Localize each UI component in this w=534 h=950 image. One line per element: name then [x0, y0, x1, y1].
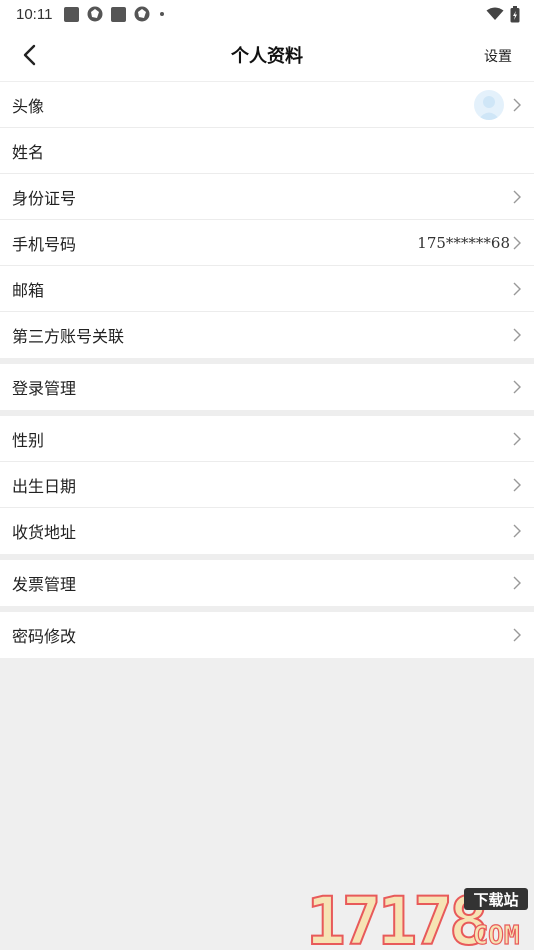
battery-icon	[510, 5, 520, 22]
personal-group: 性别 出生日期 收货地址	[0, 416, 534, 554]
wifi-icon	[486, 7, 504, 20]
settings-button[interactable]: 设置	[484, 46, 512, 66]
row-name[interactable]: 姓名	[0, 128, 534, 174]
row-avatar[interactable]: 头像	[0, 82, 534, 128]
app-notification-icon	[64, 6, 80, 22]
row-gender[interactable]: 性别	[0, 416, 534, 462]
row-login-management[interactable]: 登录管理	[0, 364, 534, 410]
status-bar: 10:11	[0, 0, 534, 28]
header-bar: 个人资料 设置	[0, 28, 534, 82]
notification-icons	[64, 6, 166, 22]
phone-value: 175******68	[417, 233, 510, 252]
chevron-right-icon	[513, 98, 521, 112]
row-phone[interactable]: 手机号码 175******68	[0, 220, 534, 266]
row-id-number[interactable]: 身份证号	[0, 174, 534, 220]
chevron-right-icon	[513, 282, 521, 296]
chevron-right-icon	[513, 478, 521, 492]
basic-info-group: 头像 姓名 身份证号 手机号码 175******68 邮箱 第三方账号关联	[0, 82, 534, 358]
login-group: 登录管理	[0, 364, 534, 410]
row-invoice-management[interactable]: 发票管理	[0, 560, 534, 606]
row-shipping-address[interactable]: 收货地址	[0, 508, 534, 554]
watermark-domain: COM	[473, 921, 520, 948]
password-group: 密码修改	[0, 612, 534, 658]
row-label: 收货地址	[12, 523, 77, 542]
row-label: 第三方账号关联	[12, 327, 125, 346]
row-label: 邮箱	[12, 280, 45, 300]
app-notification-icon	[111, 6, 127, 22]
chevron-right-icon	[513, 190, 521, 204]
row-email[interactable]: 邮箱	[0, 266, 534, 312]
shutter-icon	[134, 6, 150, 22]
row-third-party-accounts[interactable]: 第三方账号关联	[0, 312, 534, 358]
row-label: 密码修改	[12, 627, 77, 646]
chevron-right-icon	[513, 576, 521, 590]
row-label: 性别	[12, 430, 45, 450]
row-label: 姓名	[12, 142, 45, 162]
back-arrow-icon	[23, 44, 36, 66]
chevron-right-icon	[513, 380, 521, 394]
row-label: 手机号码	[12, 234, 77, 254]
shutter-icon	[87, 6, 103, 22]
page-title: 个人资料	[231, 45, 303, 67]
default-avatar-icon	[478, 95, 500, 120]
chevron-right-icon	[513, 328, 521, 342]
watermark-tag: 下载站	[473, 891, 518, 909]
back-button[interactable]	[14, 40, 44, 70]
row-change-password[interactable]: 密码修改	[0, 612, 534, 658]
row-label: 发票管理	[12, 575, 77, 594]
row-label: 头像	[12, 96, 45, 116]
watermark-logo: 17178 下载站 COM	[305, 886, 528, 948]
status-time: 10:11	[16, 5, 53, 23]
chevron-right-icon	[513, 236, 521, 250]
chevron-right-icon	[513, 524, 521, 538]
invoice-group: 发票管理	[0, 560, 534, 606]
chevron-right-icon	[513, 432, 521, 446]
avatar	[474, 89, 504, 120]
profile-list: 头像 姓名 身份证号 手机号码 175******68 邮箱 第三方账号关联 登…	[0, 82, 534, 658]
row-birthday[interactable]: 出生日期	[0, 462, 534, 508]
row-label: 身份证号	[12, 188, 77, 208]
watermark-number: 17178	[306, 886, 485, 948]
row-label: 出生日期	[12, 476, 77, 496]
chevron-right-icon	[513, 628, 521, 642]
more-notifications-dot-icon	[160, 12, 165, 16]
row-label: 登录管理	[12, 379, 77, 398]
